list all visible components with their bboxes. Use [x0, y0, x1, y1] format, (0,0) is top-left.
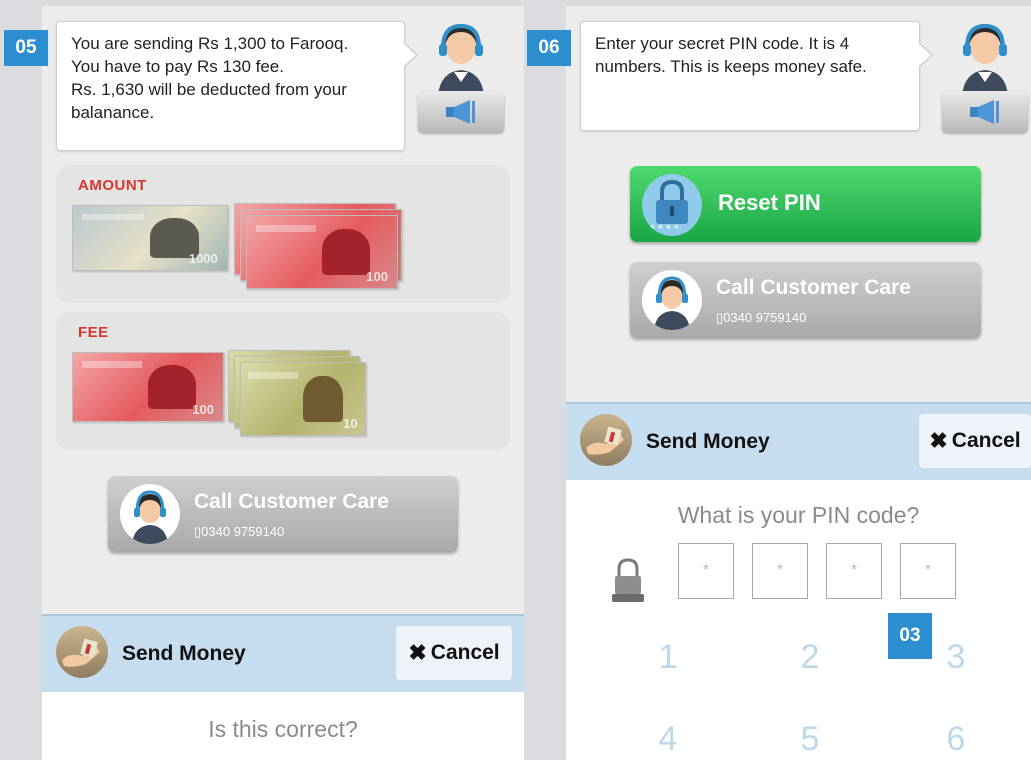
- send-money-title: Send Money: [646, 430, 770, 453]
- step-number-badge: 03: [888, 613, 932, 659]
- svg-text:* * * *: * * * *: [650, 222, 679, 236]
- call-customer-care-button[interactable]: Call Customer Care ▯0340 9759140: [108, 476, 458, 552]
- banknote-100-image: 100: [246, 215, 398, 289]
- customer-care-agent-icon: [120, 484, 180, 544]
- instruction-bubble: Enter your secret PIN code. It is 4 numb…: [580, 21, 933, 131]
- call-customer-care-label: Call Customer Care: [194, 490, 389, 513]
- keypad-key-2[interactable]: 2: [780, 638, 840, 677]
- lock-icon: [610, 556, 646, 602]
- send-money-icon: [56, 626, 108, 678]
- keypad-key-6[interactable]: 6: [926, 720, 986, 759]
- confirm-question: Is this correct?: [208, 716, 358, 742]
- call-customer-care-button[interactable]: Call Customer Care ▯0340 9759140: [630, 262, 981, 338]
- cancel-label: Cancel: [951, 429, 1021, 452]
- pin-entry-area: What is your PIN code? * * * * 1 2 3 4 5…: [566, 480, 1031, 760]
- close-icon: ✖: [929, 428, 948, 453]
- keypad-key-1[interactable]: 1: [638, 638, 698, 677]
- fee-label: FEE: [78, 324, 109, 341]
- amount-label: AMOUNT: [78, 177, 147, 194]
- pin-digit-box[interactable]: *: [826, 543, 882, 599]
- amount-card: AMOUNT 1000 100 100 100: [56, 165, 510, 303]
- pin-digit-box[interactable]: *: [752, 543, 808, 599]
- assistant-agent: [418, 16, 504, 133]
- keypad-key-4[interactable]: 4: [638, 720, 698, 759]
- audio-play-button[interactable]: [942, 91, 1028, 133]
- send-money-icon: [580, 414, 632, 466]
- instruction-bubble: You are sending Rs 1,300 to Farooq. You …: [56, 21, 418, 151]
- send-money-action-bar: Send Money ✖ Cancel: [42, 614, 524, 692]
- agent-avatar-icon: [962, 23, 1008, 96]
- assistant-agent: [942, 16, 1028, 133]
- message-line: Rs. 1,630 will be deducted from your: [71, 80, 347, 99]
- keypad-key-3[interactable]: 3: [926, 638, 986, 677]
- agent-avatar-icon: [438, 23, 484, 96]
- close-icon: ✖: [408, 640, 427, 665]
- step-number-badge: 06: [527, 30, 571, 66]
- cancel-label: Cancel: [430, 641, 500, 664]
- send-money-action-bar: Send Money ✖ Cancel: [566, 402, 1031, 480]
- pin-digit-box[interactable]: *: [678, 543, 734, 599]
- right-phone-screen: Enter your secret PIN code. It is 4 numb…: [566, 6, 1031, 760]
- message-line: You are sending Rs 1,300 to Farooq.: [71, 34, 349, 53]
- message-line: numbers. This is keeps money safe.: [595, 57, 867, 76]
- send-money-title: Send Money: [122, 642, 246, 665]
- pin-digit-box[interactable]: *: [900, 543, 956, 599]
- padlock-icon: * * * *: [642, 174, 702, 236]
- confirm-area: Is this correct?: [42, 692, 524, 760]
- call-customer-care-label: Call Customer Care: [716, 276, 911, 299]
- left-phone-screen: You are sending Rs 1,300 to Farooq. You …: [42, 6, 524, 760]
- pin-question: What is your PIN code?: [677, 502, 920, 528]
- megaphone-icon: [446, 100, 475, 124]
- cancel-button[interactable]: ✖ Cancel: [396, 626, 512, 680]
- audio-play-button[interactable]: [418, 91, 504, 133]
- banknote-100-image: 100: [72, 352, 224, 422]
- keypad-key-5[interactable]: 5: [780, 720, 840, 759]
- customer-care-phone: ▯0340 9759140: [194, 524, 285, 539]
- customer-care-phone: ▯0340 9759140: [716, 310, 807, 325]
- banknote-10-image: 10: [240, 362, 366, 436]
- fee-card: FEE 100 10 10 10: [56, 312, 510, 450]
- megaphone-icon: [970, 100, 999, 124]
- message-line: Enter your secret PIN code. It is 4: [595, 34, 850, 53]
- cancel-button[interactable]: ✖ Cancel: [919, 414, 1031, 468]
- reset-pin-label: Reset PIN: [718, 190, 821, 215]
- banknote-1000-image: 1000: [72, 205, 228, 271]
- message-line: You have to pay Rs 130 fee.: [71, 57, 284, 76]
- customer-care-agent-icon: [642, 270, 702, 330]
- message-line: balanance.: [71, 103, 155, 122]
- step-number-badge: 05: [4, 30, 48, 66]
- reset-pin-button[interactable]: * * * * Reset PIN: [630, 166, 981, 242]
